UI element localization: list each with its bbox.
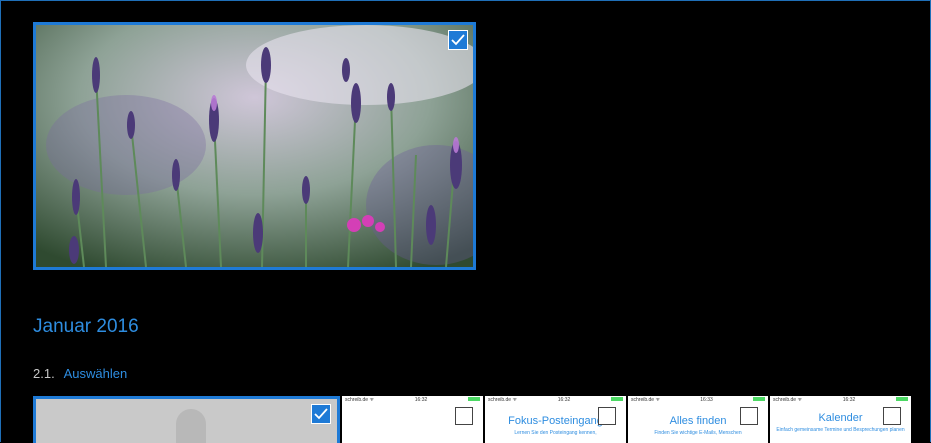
carrier-text: schreib.de ᯤ <box>631 397 661 403</box>
thumbnail-4[interactable]: schreib.de ᯤ 16:33 Alles finden Finden S… <box>628 396 768 443</box>
thumbnail-placeholder-shape <box>176 409 206 443</box>
phone-status-bar: schreib.de ᯤ 16:32 <box>342 396 483 407</box>
lavender-photo <box>36 25 473 267</box>
thumbnail-description: Finden Sie wichtige E-Mails, Menschen <box>654 430 742 436</box>
thumbnail-checkbox[interactable] <box>598 407 616 425</box>
thumbnail-selected-checkbox[interactable] <box>311 404 331 424</box>
featured-selected-checkbox[interactable] <box>448 30 468 50</box>
phone-status-bar: schreib.de ᯤ 16:32 <box>770 396 911 407</box>
subsection-label[interactable]: Auswählen <box>64 366 128 381</box>
thumbnail-2[interactable]: schreib.de ᯤ 16:32 <box>342 396 483 443</box>
carrier-text: schreib.de ᯤ <box>345 397 375 403</box>
section-title: Januar 2016 <box>33 316 139 337</box>
thumbnail-checkbox[interactable] <box>740 407 758 425</box>
status-time: 16:32 <box>557 397 571 403</box>
thumbnail-description: Lernen Sie den Posteingang kennen, <box>514 430 597 436</box>
battery-icon <box>467 397 480 401</box>
thumbnail-1[interactable] <box>33 396 340 443</box>
carrier-text: schreib.de ᯤ <box>773 397 803 403</box>
subsection-heading: 2.1. Auswählen <box>33 366 127 381</box>
thumbnail-5[interactable]: schreib.de ᯤ 16:32 Kalender Einfach geme… <box>770 396 911 443</box>
battery-icon <box>752 397 765 401</box>
featured-photo[interactable] <box>33 22 476 270</box>
phone-status-bar: schreib.de ᯤ 16:32 <box>485 396 626 407</box>
thumbnail-checkbox[interactable] <box>883 407 901 425</box>
checkmark-icon <box>314 408 328 420</box>
thumbnail-3[interactable]: schreib.de ᯤ 16:32 Fokus-Posteingang Ler… <box>485 396 626 443</box>
checkmark-icon <box>451 34 465 46</box>
status-time: 16:32 <box>842 397 856 403</box>
battery-icon <box>895 397 908 401</box>
thumbnail-description: Einfach gemeinsame Termine und Besprechu… <box>776 427 905 433</box>
phone-status-bar: schreib.de ᯤ 16:33 <box>628 396 768 407</box>
subsection-number: 2.1. <box>33 366 55 381</box>
status-time: 16:32 <box>414 397 428 403</box>
battery-icon <box>610 397 623 401</box>
status-time: 16:33 <box>700 397 713 403</box>
carrier-text: schreib.de ᯤ <box>488 397 518 403</box>
thumbnail-checkbox[interactable] <box>455 407 473 425</box>
